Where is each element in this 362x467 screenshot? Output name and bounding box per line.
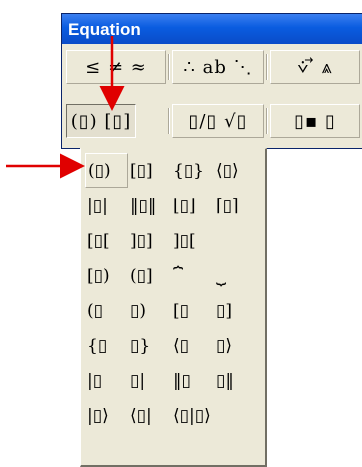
annotation-arrows — [6, 36, 125, 179]
